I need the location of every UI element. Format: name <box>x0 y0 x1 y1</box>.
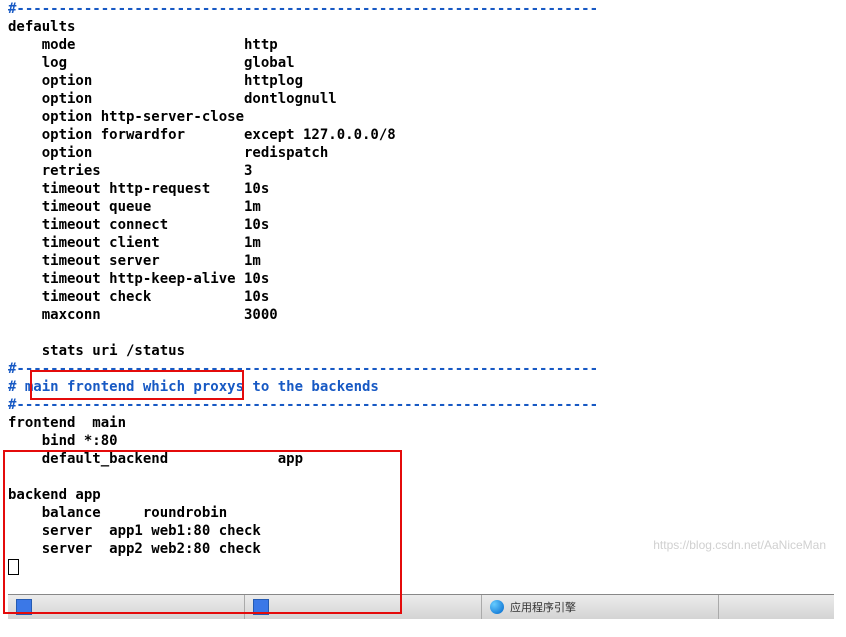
taskbar-item[interactable] <box>245 595 482 619</box>
watermark-text: https://blog.csdn.net/AaNiceMan <box>653 538 826 552</box>
backend-balance: balance roundrobin <box>8 504 838 522</box>
app-icon <box>16 599 32 615</box>
cfg-line: timeout check 10s <box>8 288 838 306</box>
globe-icon <box>490 600 504 614</box>
taskbar: 应用程序引擎 <box>8 594 834 619</box>
cfg-line: timeout server 1m <box>8 252 838 270</box>
cfg-line: option httplog <box>8 72 838 90</box>
cfg-line: retries 3 <box>8 162 838 180</box>
app-icon <box>253 599 269 615</box>
cfg-line: log global <box>8 54 838 72</box>
cfg-line: option redispatch <box>8 144 838 162</box>
backend-heading: backend app <box>8 486 838 504</box>
cfg-line: timeout http-keep-alive 10s <box>8 270 838 288</box>
dash-line: #---------------------------------------… <box>8 396 838 414</box>
cfg-line: option dontlognull <box>8 90 838 108</box>
cfg-line: timeout connect 10s <box>8 216 838 234</box>
cursor-line <box>8 558 838 576</box>
dash-line: #---------------------------------------… <box>8 0 838 18</box>
taskbar-item[interactable] <box>8 595 245 619</box>
cursor-icon <box>8 559 19 575</box>
blank-line <box>8 468 838 486</box>
stats-line: stats uri /status <box>8 342 838 360</box>
cfg-line: mode http <box>8 36 838 54</box>
frontend-heading: frontend main <box>8 414 838 432</box>
cfg-line: timeout queue 1m <box>8 198 838 216</box>
blank-line <box>8 324 838 342</box>
frontend-bind: bind *:80 <box>8 432 838 450</box>
cfg-line: maxconn 3000 <box>8 306 838 324</box>
frontend-default: default_backend app <box>8 450 838 468</box>
cfg-line: option forwardfor except 127.0.0.0/8 <box>8 126 838 144</box>
comment-main: # main frontend which proxys to the back… <box>8 378 838 396</box>
cfg-line: timeout http-request 10s <box>8 180 838 198</box>
dash-line: #---------------------------------------… <box>8 360 838 378</box>
taskbar-item[interactable]: 应用程序引擎 <box>482 595 719 619</box>
cfg-line: option http-server-close <box>8 108 838 126</box>
cfg-line: timeout client 1m <box>8 234 838 252</box>
taskbar-label: 应用程序引擎 <box>510 599 576 615</box>
config-text: #---------------------------------------… <box>0 0 846 576</box>
defaults-heading: defaults <box>8 18 838 36</box>
